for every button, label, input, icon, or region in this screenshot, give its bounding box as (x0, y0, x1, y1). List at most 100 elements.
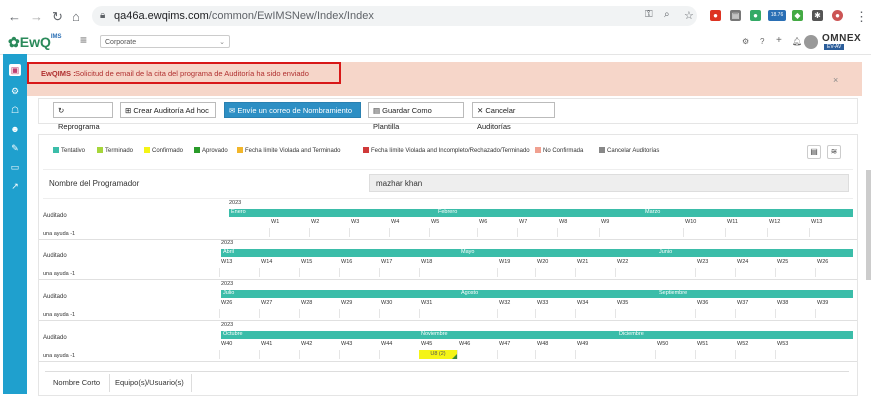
legend-label: Fecha límite Violada and Terminado (245, 148, 341, 154)
week-label: W18 (421, 259, 433, 265)
week-cell (767, 228, 806, 237)
help-icon[interactable]: ? (760, 37, 764, 46)
reschedule-button[interactable]: ↻ Reprograma (53, 102, 113, 131)
document-icon[interactable]: ▤ (807, 145, 821, 159)
gear-icon[interactable]: ⚙ (742, 37, 749, 46)
adblock-icon[interactable]: ● (710, 10, 721, 21)
forward-icon[interactable]: → (30, 9, 43, 24)
sidebar-item-charts[interactable]: ↗ (9, 180, 21, 192)
alert-message: Solicitud de email de la cita del progra… (75, 69, 309, 78)
week-cell (575, 268, 614, 277)
alert-title: EwQIMS : (41, 69, 76, 78)
week-label: W21 (577, 259, 589, 265)
week-cell (775, 268, 814, 277)
sidebar-item-user-edit[interactable]: ✎ (9, 142, 21, 154)
cube-ext-icon[interactable]: ◆ (792, 10, 803, 21)
week-cell (535, 268, 574, 277)
scheduled-audit[interactable]: U8 (2) (419, 350, 457, 359)
programmer-field: mazhar khan (369, 174, 849, 192)
send-email-button[interactable]: ✉ Envíe un correo de Nombramiento (224, 102, 361, 118)
add-icon[interactable]: + (776, 35, 782, 46)
app-logo: ✿EwQIMS (8, 34, 62, 50)
week-label: W26 (817, 259, 829, 265)
week-label: W26 (221, 300, 233, 306)
week-label: W5 (431, 219, 440, 225)
home-icon[interactable]: ⌂ (72, 9, 80, 24)
sidebar-item-users[interactable]: ☻ (9, 123, 21, 135)
week-cell (379, 309, 418, 318)
week-cell (429, 228, 468, 237)
week-cell (379, 350, 418, 359)
menu-dots-icon[interactable]: ⋮ (855, 9, 868, 25)
week-label: W2 (311, 219, 320, 225)
tab-teams-users[interactable]: Equipo(s)/Usuario(s) (115, 378, 184, 387)
week-label: W44 (381, 341, 393, 347)
week-cell (815, 309, 854, 318)
back-icon[interactable]: ← (8, 9, 21, 24)
row-label-audited: Auditado (43, 213, 67, 219)
week-cell (775, 309, 814, 318)
week-cell (695, 268, 734, 277)
legend-swatch (194, 147, 200, 153)
url-host: qa46a.ewqims.com (114, 10, 209, 22)
week-cell (457, 350, 496, 359)
week-label: W43 (341, 341, 353, 347)
week-label: W52 (737, 341, 749, 347)
star-icon[interactable]: ☆ (684, 9, 694, 22)
refresh-icon: ↻ (58, 106, 65, 115)
week-label: W23 (697, 259, 709, 265)
week-label: W4 (391, 219, 400, 225)
sidebar-item-audit[interactable]: ▣ (9, 64, 21, 76)
week-label: W19 (499, 259, 511, 265)
week-label: W7 (519, 219, 528, 225)
week-cell (477, 228, 516, 237)
week-label: W40 (221, 341, 233, 347)
legend-label: Fecha límite Violada and Incompleto/Rech… (371, 148, 530, 154)
cancel-audits-button[interactable]: ✕ Cancelar Auditorías (472, 102, 555, 131)
week-cell (349, 228, 388, 237)
week-label: W9 (601, 219, 610, 225)
scrollbar[interactable] (866, 170, 871, 280)
week-label: W22 (617, 259, 629, 265)
week-label: W3 (351, 219, 360, 225)
key-icon[interactable]: ⚿ (645, 9, 653, 20)
week-cell (557, 228, 596, 237)
address-bar[interactable]: 🔒︎ qa46a.ewqims.com/common/EwIMSNew/Inde… (92, 6, 697, 26)
week-label: W1 (271, 219, 280, 225)
week-cell (339, 350, 378, 359)
sidebar-item-settings[interactable]: ⚙ (9, 85, 21, 97)
avatar[interactable] (804, 35, 818, 49)
globe-ext-icon[interactable]: ● (750, 10, 761, 21)
help-label: una ayuda -1 (43, 231, 76, 237)
week-label: W49 (577, 341, 589, 347)
month-label: Septiembre (659, 290, 688, 296)
hamburger-icon[interactable]: ≡ (80, 33, 87, 47)
doc-ext-icon[interactable]: ▤ (730, 10, 741, 21)
sidebar-item-team[interactable]: ☖ (9, 104, 21, 116)
profile-icon[interactable]: ● (832, 10, 843, 21)
week-cell (735, 350, 774, 359)
year-label: 2023 (221, 281, 234, 287)
week-cell (775, 350, 814, 359)
url-text: qa46a.ewqims.com/common/EwIMSNew/Index/I… (114, 10, 374, 22)
company-select[interactable]: Corporate ⌄ (100, 35, 230, 48)
week-label: W35 (617, 300, 629, 306)
legend-item: Confirmado (144, 147, 183, 154)
schedule-panel: Tentativo Terminado Confirmado Aprovado Fech… (38, 134, 858, 396)
tab-short-name[interactable]: Nombre Corto (53, 378, 100, 387)
week-cell (815, 268, 854, 277)
week-cell (575, 350, 614, 359)
week-label: W50 (657, 341, 669, 347)
zoom-icon[interactable]: ⌕ (664, 9, 670, 20)
sidebar-item-reports[interactable]: ▭ (9, 161, 21, 173)
reload-icon[interactable]: ↻ (52, 9, 63, 25)
puzzle-icon[interactable]: ✱ (812, 10, 823, 21)
create-adhoc-button[interactable]: ⊞ Crear Auditoría Ad hoc (120, 102, 216, 118)
year-label: 2023 (229, 200, 242, 206)
ext-badge-icon[interactable]: 18.76 (768, 10, 786, 21)
tab-divider (109, 374, 110, 392)
bell-icon[interactable]: 🔔︎ (792, 37, 802, 46)
save-template-button[interactable]: ▤ Guardar Como Plantilla (368, 102, 464, 131)
stack-icon[interactable]: ≋ (827, 145, 841, 159)
close-icon[interactable]: × (833, 75, 838, 85)
